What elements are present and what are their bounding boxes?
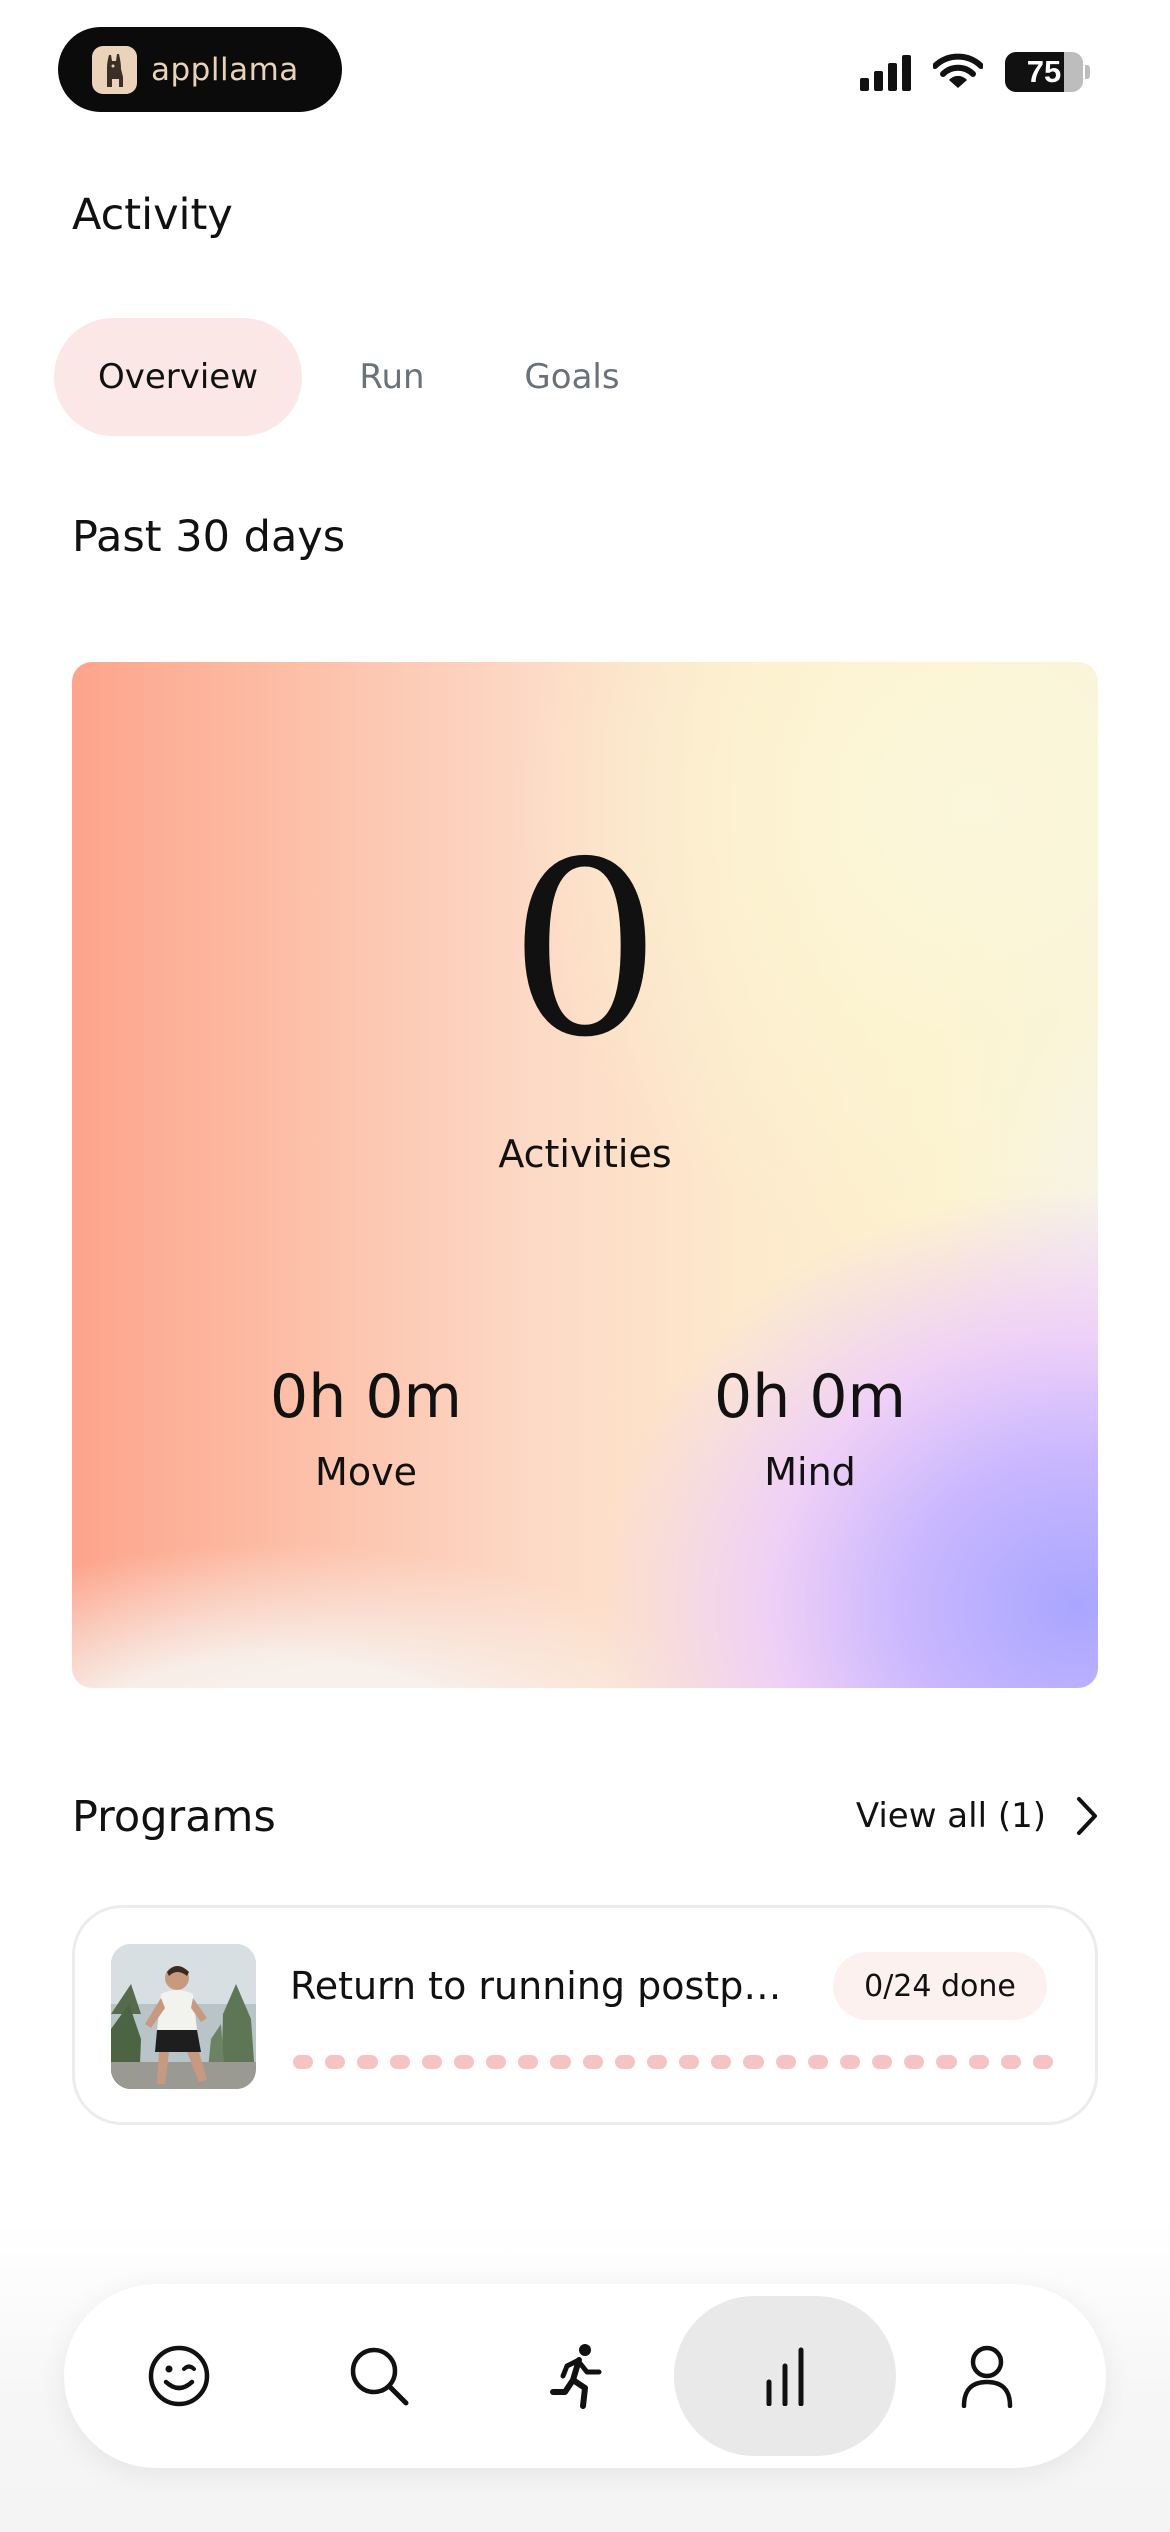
program-status-badge: 0/24 done: [833, 1952, 1047, 2020]
move-label: Move: [315, 1450, 417, 1494]
smiley-face-icon: [148, 2345, 210, 2407]
progress-segment: [518, 2055, 539, 2069]
program-progress-track: [293, 2055, 1054, 2069]
bottom-nav-bar: [64, 2284, 1106, 2468]
nav-activities[interactable]: [468, 2296, 690, 2456]
search-icon: [350, 2347, 409, 2406]
tab-bar: Overview Run Goals: [54, 318, 662, 436]
program-card[interactable]: Return to running postpar... 0/24 done: [72, 1905, 1098, 2125]
mind-value: 0h 0m: [714, 1362, 906, 1432]
progress-segment: [807, 2055, 828, 2069]
progress-segment: [904, 2055, 925, 2069]
progress-segment: [550, 2055, 571, 2069]
progress-segment: [775, 2055, 796, 2069]
nav-profile[interactable]: [876, 2296, 1098, 2456]
progress-segment: [1032, 2055, 1054, 2069]
llama-logo-icon: [92, 45, 137, 94]
progress-segment: [711, 2055, 732, 2069]
cellular-signal-icon: [860, 53, 911, 91]
nav-home[interactable]: [68, 2296, 290, 2456]
chevron-right-icon: [1077, 1797, 1097, 1835]
programs-heading: Programs: [72, 1792, 276, 1842]
program-title: Return to running postpar...: [290, 1964, 800, 2008]
progress-segment: [582, 2055, 603, 2069]
tab-run[interactable]: Run: [302, 318, 482, 436]
progress-segment: [872, 2055, 893, 2069]
app-name: appllama: [151, 51, 299, 88]
progress-segment: [453, 2055, 475, 2069]
view-all-label: View all (1): [855, 1796, 1046, 1836]
battery-nub: [1085, 65, 1090, 79]
program-thumbnail: [111, 1944, 256, 2089]
wifi-icon: [933, 53, 983, 88]
view-all-programs-link[interactable]: View all (1): [856, 1796, 1098, 1836]
progress-segment: [743, 2055, 764, 2069]
activities-count: 0: [508, 810, 662, 1090]
running-person-icon: [550, 2344, 602, 2409]
page-title: Activity: [72, 190, 233, 240]
progress-segment: [357, 2055, 378, 2069]
app-switcher-pill[interactable]: appllama: [58, 27, 342, 112]
activities-label: Activities: [498, 1132, 672, 1176]
bar-chart-icon: [766, 2347, 804, 2406]
status-indicators: 75: [860, 52, 1090, 92]
profile-icon: [961, 2345, 1013, 2408]
move-stat: 0h 0m Move: [166, 1362, 566, 1494]
tab-goals[interactable]: Goals: [482, 318, 662, 436]
progress-segment: [293, 2055, 314, 2069]
move-value: 0h 0m: [270, 1362, 462, 1432]
progress-segment: [936, 2055, 957, 2069]
progress-segment: [486, 2055, 507, 2069]
mind-stat: 0h 0m Mind: [610, 1362, 1010, 1494]
progress-segment: [1000, 2055, 1021, 2069]
mind-label: Mind: [764, 1450, 856, 1494]
activity-summary-card: 0 Activities 0h 0m Move 0h 0m Mind: [72, 662, 1098, 1688]
nav-search[interactable]: [268, 2296, 490, 2456]
period-label: Past 30 days: [72, 512, 346, 562]
activity-screen: appllama 75 Activity Overview Run Goals …: [0, 0, 1170, 2532]
progress-segment: [646, 2055, 668, 2069]
progress-segment: [325, 2055, 346, 2069]
progress-segment: [421, 2055, 442, 2069]
progress-segment: [968, 2055, 989, 2069]
nav-stats[interactable]: [674, 2296, 896, 2456]
tab-overview[interactable]: Overview: [54, 318, 302, 436]
progress-segment: [389, 2055, 410, 2069]
progress-segment: [614, 2055, 635, 2069]
progress-segment: [679, 2055, 700, 2069]
battery-icon: 75: [1005, 52, 1083, 92]
battery-level: 75: [1026, 54, 1062, 89]
progress-segment: [839, 2055, 861, 2069]
